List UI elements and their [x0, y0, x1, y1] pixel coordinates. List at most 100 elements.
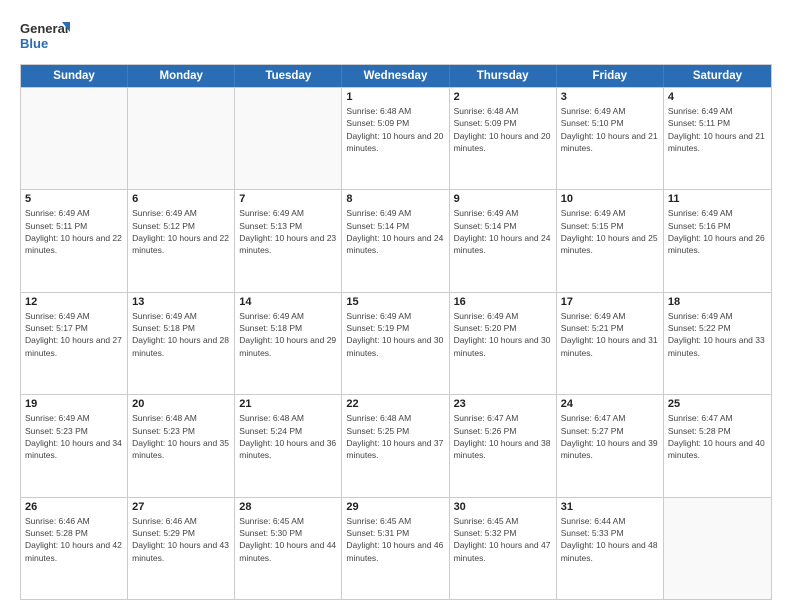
calendar-row-3: 19 Sunrise: 6:49 AM Sunset: 5:23 PM Dayli…	[21, 394, 771, 496]
day-info: Sunrise: 6:47 AM Sunset: 5:26 PM Dayligh…	[454, 412, 552, 461]
day-info: Sunrise: 6:48 AM Sunset: 5:25 PM Dayligh…	[346, 412, 444, 461]
day-info: Sunrise: 6:45 AM Sunset: 5:31 PM Dayligh…	[346, 515, 444, 564]
day-number: 8	[346, 193, 444, 205]
calendar-row-2: 12Sunrise: 6:49 AM Sunset: 5:17 PM Dayli…	[21, 292, 771, 394]
day-info: Sunrise: 6:49 AM Sunset: 5:10 PM Dayligh…	[561, 105, 659, 154]
day-info: Sunrise: 6:48 AM Sunset: 5:09 PM Dayligh…	[346, 105, 444, 154]
day-number: 7	[239, 193, 337, 205]
header-day-friday: Friday	[557, 65, 664, 87]
day-info: Sunrise: 6:45 AM Sunset: 5:30 PM Dayligh…	[239, 515, 337, 564]
day-info: Sunrise: 6:49 AM Sunset: 5:11 PM Dayligh…	[25, 207, 123, 256]
day-info: Sunrise: 6:49 AM Sunset: 5:23 PM Dayligh…	[25, 412, 123, 461]
day-number: 22	[346, 398, 444, 410]
day-number: 6	[132, 193, 230, 205]
calendar-cell: 6 Sunrise: 6:49 AM Sunset: 5:12 PM Daylig…	[128, 190, 235, 291]
calendar-cell: 13 Sunrise: 6:49 AM Sunset: 5:18 PM Dayli…	[128, 293, 235, 394]
calendar-cell	[128, 88, 235, 189]
day-number: 5	[25, 193, 123, 205]
calendar-cell: 24Sunrise: 6:47 AM Sunset: 5:27 PM Dayli…	[557, 395, 664, 496]
day-number: 14	[239, 296, 337, 308]
header-day-monday: Monday	[128, 65, 235, 87]
day-number: 4	[668, 91, 767, 103]
day-number: 27	[132, 501, 230, 513]
calendar-row-4: 26Sunrise: 6:46 AM Sunset: 5:28 PM Dayli…	[21, 497, 771, 599]
calendar-cell: 12Sunrise: 6:49 AM Sunset: 5:17 PM Dayli…	[21, 293, 128, 394]
day-number: 2	[454, 91, 552, 103]
day-info: Sunrise: 6:49 AM Sunset: 5:20 PM Dayligh…	[454, 310, 552, 359]
day-number: 31	[561, 501, 659, 513]
calendar-cell	[21, 88, 128, 189]
page: General Blue SundayMondayTuesdayWednesda…	[0, 0, 792, 612]
calendar-cell: 20 Sunrise: 6:48 AM Sunset: 5:23 PM Dayli…	[128, 395, 235, 496]
calendar-cell: 3Sunrise: 6:49 AM Sunset: 5:10 PM Daylig…	[557, 88, 664, 189]
day-number: 12	[25, 296, 123, 308]
calendar-body: 1 Sunrise: 6:48 AM Sunset: 5:09 PM Daylig…	[21, 87, 771, 599]
header-day-saturday: Saturday	[664, 65, 771, 87]
day-number: 18	[668, 296, 767, 308]
svg-text:General: General	[20, 21, 68, 36]
calendar-cell	[664, 498, 771, 599]
day-info: Sunrise: 6:49 AM Sunset: 5:22 PM Dayligh…	[668, 310, 767, 359]
day-number: 16	[454, 296, 552, 308]
calendar-cell: 28 Sunrise: 6:45 AM Sunset: 5:30 PM Dayli…	[235, 498, 342, 599]
day-number: 9	[454, 193, 552, 205]
day-number: 11	[668, 193, 767, 205]
header-day-tuesday: Tuesday	[235, 65, 342, 87]
calendar-cell: 4 Sunrise: 6:49 AM Sunset: 5:11 PM Daylig…	[664, 88, 771, 189]
calendar-cell: 2Sunrise: 6:48 AM Sunset: 5:09 PM Daylig…	[450, 88, 557, 189]
calendar-header-row: SundayMondayTuesdayWednesdayThursdayFrid…	[21, 65, 771, 87]
day-info: Sunrise: 6:49 AM Sunset: 5:15 PM Dayligh…	[561, 207, 659, 256]
logo-icon: General Blue	[20, 18, 70, 54]
calendar-cell: 26Sunrise: 6:46 AM Sunset: 5:28 PM Dayli…	[21, 498, 128, 599]
calendar-cell: 17 Sunrise: 6:49 AM Sunset: 5:21 PM Dayli…	[557, 293, 664, 394]
day-number: 28	[239, 501, 337, 513]
header-day-thursday: Thursday	[450, 65, 557, 87]
calendar: SundayMondayTuesdayWednesdayThursdayFrid…	[20, 64, 772, 600]
logo: General Blue	[20, 18, 70, 54]
day-info: Sunrise: 6:48 AM Sunset: 5:23 PM Dayligh…	[132, 412, 230, 461]
calendar-cell: 22 Sunrise: 6:48 AM Sunset: 5:25 PM Dayli…	[342, 395, 449, 496]
calendar-cell: 7 Sunrise: 6:49 AM Sunset: 5:13 PM Daylig…	[235, 190, 342, 291]
day-info: Sunrise: 6:49 AM Sunset: 5:16 PM Dayligh…	[668, 207, 767, 256]
calendar-row-1: 5 Sunrise: 6:49 AM Sunset: 5:11 PM Daylig…	[21, 189, 771, 291]
day-info: Sunrise: 6:49 AM Sunset: 5:14 PM Dayligh…	[454, 207, 552, 256]
calendar-cell: 23Sunrise: 6:47 AM Sunset: 5:26 PM Dayli…	[450, 395, 557, 496]
day-info: Sunrise: 6:49 AM Sunset: 5:14 PM Dayligh…	[346, 207, 444, 256]
day-info: Sunrise: 6:46 AM Sunset: 5:29 PM Dayligh…	[132, 515, 230, 564]
day-info: Sunrise: 6:49 AM Sunset: 5:13 PM Dayligh…	[239, 207, 337, 256]
calendar-cell: 10Sunrise: 6:49 AM Sunset: 5:15 PM Dayli…	[557, 190, 664, 291]
calendar-cell: 15Sunrise: 6:49 AM Sunset: 5:19 PM Dayli…	[342, 293, 449, 394]
calendar-cell: 18 Sunrise: 6:49 AM Sunset: 5:22 PM Dayli…	[664, 293, 771, 394]
day-number: 21	[239, 398, 337, 410]
calendar-cell: 5 Sunrise: 6:49 AM Sunset: 5:11 PM Daylig…	[21, 190, 128, 291]
calendar-cell: 19 Sunrise: 6:49 AM Sunset: 5:23 PM Dayli…	[21, 395, 128, 496]
calendar-cell: 8 Sunrise: 6:49 AM Sunset: 5:14 PM Daylig…	[342, 190, 449, 291]
day-number: 24	[561, 398, 659, 410]
day-number: 17	[561, 296, 659, 308]
day-number: 29	[346, 501, 444, 513]
header-day-sunday: Sunday	[21, 65, 128, 87]
day-info: Sunrise: 6:44 AM Sunset: 5:33 PM Dayligh…	[561, 515, 659, 564]
calendar-cell: 11 Sunrise: 6:49 AM Sunset: 5:16 PM Dayli…	[664, 190, 771, 291]
calendar-cell: 1 Sunrise: 6:48 AM Sunset: 5:09 PM Daylig…	[342, 88, 449, 189]
calendar-cell: 21 Sunrise: 6:48 AM Sunset: 5:24 PM Dayli…	[235, 395, 342, 496]
day-number: 13	[132, 296, 230, 308]
day-info: Sunrise: 6:46 AM Sunset: 5:28 PM Dayligh…	[25, 515, 123, 564]
calendar-cell	[235, 88, 342, 189]
calendar-cell: 30Sunrise: 6:45 AM Sunset: 5:32 PM Dayli…	[450, 498, 557, 599]
day-number: 19	[25, 398, 123, 410]
day-info: Sunrise: 6:49 AM Sunset: 5:21 PM Dayligh…	[561, 310, 659, 359]
day-number: 15	[346, 296, 444, 308]
day-number: 20	[132, 398, 230, 410]
calendar-row-0: 1 Sunrise: 6:48 AM Sunset: 5:09 PM Daylig…	[21, 87, 771, 189]
day-number: 25	[668, 398, 767, 410]
day-number: 1	[346, 91, 444, 103]
day-info: Sunrise: 6:49 AM Sunset: 5:12 PM Dayligh…	[132, 207, 230, 256]
day-info: Sunrise: 6:49 AM Sunset: 5:18 PM Dayligh…	[132, 310, 230, 359]
day-info: Sunrise: 6:49 AM Sunset: 5:11 PM Dayligh…	[668, 105, 767, 154]
header: General Blue	[20, 18, 772, 54]
day-info: Sunrise: 6:48 AM Sunset: 5:24 PM Dayligh…	[239, 412, 337, 461]
calendar-cell: 29 Sunrise: 6:45 AM Sunset: 5:31 PM Dayli…	[342, 498, 449, 599]
calendar-cell: 31 Sunrise: 6:44 AM Sunset: 5:33 PM Dayli…	[557, 498, 664, 599]
day-info: Sunrise: 6:45 AM Sunset: 5:32 PM Dayligh…	[454, 515, 552, 564]
